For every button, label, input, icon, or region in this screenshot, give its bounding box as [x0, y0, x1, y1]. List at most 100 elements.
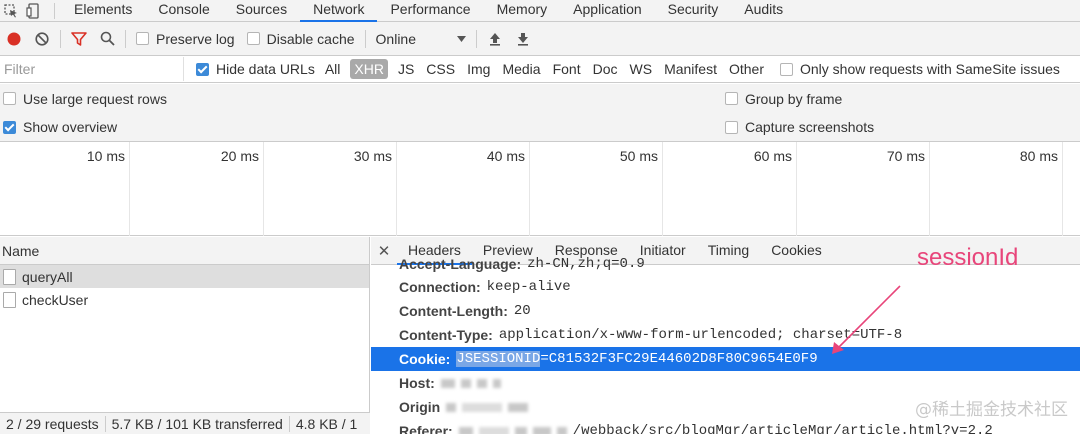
header-row-cookie[interactable]: Cookie: JSESSIONID =C81532F3FC29E44602D8F… — [371, 347, 1080, 371]
resources-size: 4.8 KB / 1 — [295, 415, 358, 432]
header-key: Accept-Language: — [399, 256, 522, 272]
tab-application[interactable]: Application — [560, 0, 655, 22]
checkbox-box[interactable] — [3, 92, 16, 105]
filter-type-img[interactable]: Img — [461, 61, 496, 77]
header-value: 20 — [513, 303, 531, 319]
filter-type-font[interactable]: Font — [547, 61, 587, 77]
request-count: 2 / 29 requests — [0, 415, 106, 432]
filter-type-media[interactable]: Media — [496, 61, 546, 77]
checkbox-box[interactable] — [136, 32, 149, 45]
capture-screenshots-checkbox[interactable]: Capture screenshots — [725, 119, 874, 135]
tab-network[interactable]: Network — [300, 0, 378, 22]
checkbox-box[interactable] — [725, 92, 738, 105]
header-key: Connection: — [399, 279, 481, 295]
devtools-tab-bar: Elements Console Sources Network Perform… — [0, 0, 1080, 22]
record-button[interactable] — [0, 22, 28, 56]
tab-audits[interactable]: Audits — [731, 0, 796, 22]
checkbox-box[interactable] — [3, 120, 16, 134]
tab-security[interactable]: Security — [655, 0, 732, 22]
redacted-value — [476, 378, 487, 388]
show-overview-checkbox[interactable]: Show overview — [3, 119, 725, 135]
header-row-content-length[interactable]: Content-Length: 20 — [371, 299, 1080, 323]
timeline-tick-label: 20 ms — [220, 148, 259, 164]
disable-cache-label: Disable cache — [266, 30, 355, 47]
timeline-gridline: 80 ms — [1020, 142, 1063, 236]
checkbox-box[interactable] — [725, 120, 738, 134]
inspect-element-icon[interactable] — [0, 0, 22, 22]
network-summary-bar: 2 / 29 requests 5.7 KB / 101 KB transfer… — [0, 412, 370, 434]
header-value: /webback/src/blogMgr/articleMgr/article.… — [572, 423, 993, 434]
large-rows-checkbox[interactable]: Use large request rows — [3, 91, 725, 107]
resource-type-filters: All XHR JS CSS Img Media Font Doc WS Man… — [319, 59, 770, 79]
annotation-arrow-icon — [832, 285, 901, 354]
header-key: Host: — [399, 375, 435, 391]
name-column-header[interactable]: Name — [0, 237, 369, 265]
filter-type-xhr[interactable]: XHR — [350, 59, 388, 79]
redacted-value — [514, 426, 527, 434]
capture-screenshots-label: Capture screenshots — [745, 119, 875, 135]
search-icon[interactable] — [93, 22, 121, 56]
header-row-content-type[interactable]: Content-Type: application/x-www-form-url… — [371, 323, 1080, 347]
timeline-gridline: 10 ms — [87, 142, 130, 236]
tab-elements[interactable]: Elements — [61, 0, 145, 22]
filter-type-manifest[interactable]: Manifest — [658, 61, 723, 77]
request-row[interactable]: queryAll — [0, 265, 369, 288]
timeline-gridline: 60 ms — [754, 142, 797, 236]
file-icon — [3, 268, 16, 285]
tab-sources[interactable]: Sources — [223, 0, 300, 22]
group-by-frame-checkbox[interactable]: Group by frame — [725, 91, 842, 107]
request-row[interactable]: checkUser — [0, 288, 369, 311]
header-row-host[interactable]: Host: — [371, 371, 1080, 395]
samesite-issues-checkbox[interactable]: Only show requests with SameSite issues — [780, 61, 1060, 77]
filter-type-css[interactable]: CSS — [420, 61, 461, 77]
request-list: Name queryAll checkUser 2 / 29 requests … — [0, 237, 370, 434]
annotation-label: sessionId — [917, 244, 1019, 271]
throttling-select[interactable]: Online — [376, 31, 466, 47]
checkbox-box[interactable] — [780, 62, 793, 76]
checkbox-box[interactable] — [246, 32, 260, 45]
timeline-tick-label: 60 ms — [753, 148, 792, 164]
header-row-referer[interactable]: Referer: /webback/src/blogMgr/articleMgr… — [371, 419, 1080, 434]
redacted-value — [492, 378, 501, 388]
timeline-gridline: 70 ms — [887, 142, 930, 236]
checkbox-box[interactable] — [196, 62, 209, 76]
export-har-icon[interactable] — [509, 22, 537, 56]
selected-cookie-name: JSESSIONID — [456, 351, 541, 367]
filter-type-other[interactable]: Other — [723, 61, 770, 77]
show-overview-label: Show overview — [23, 119, 118, 135]
redacted-value — [460, 378, 471, 388]
header-key: Referer: — [399, 423, 453, 434]
preserve-log-checkbox[interactable]: Preserve log — [136, 31, 235, 47]
header-key: Cookie: — [399, 351, 451, 367]
device-toolbar-icon[interactable] — [22, 0, 44, 22]
request-name: queryAll — [22, 268, 73, 285]
filter-input[interactable] — [0, 57, 184, 81]
clear-icon[interactable] — [28, 22, 56, 56]
tab-console[interactable]: Console — [145, 0, 222, 22]
group-by-frame-label: Group by frame — [745, 90, 843, 107]
redacted-value — [532, 426, 551, 434]
header-value: =C81532F3FC29E44602D8F80C9654E0F9 — [540, 351, 818, 367]
tab-memory[interactable]: Memory — [484, 0, 561, 22]
samesite-issues-label: Only show requests with SameSite issues — [800, 61, 1060, 77]
timeline-tick-label: 70 ms — [886, 148, 925, 164]
tab-performance[interactable]: Performance — [377, 0, 483, 22]
timeline-gridline: 50 ms — [620, 142, 663, 236]
timeline-overview[interactable]: 10 ms 20 ms 30 ms 40 ms 50 ms 60 ms 70 m… — [0, 142, 1080, 236]
header-key: Content-Type: — [399, 327, 493, 343]
filter-type-all[interactable]: All — [319, 61, 347, 77]
watermark: @稀土掘金技术社区 — [915, 400, 1068, 420]
hide-data-urls-checkbox[interactable]: Hide data URLs — [196, 61, 315, 77]
transferred-size: 5.7 KB / 101 KB transferred — [106, 415, 290, 432]
filter-type-js[interactable]: JS — [392, 61, 420, 77]
filter-icon[interactable] — [65, 22, 93, 56]
import-har-icon[interactable] — [481, 22, 509, 56]
disable-cache-checkbox[interactable]: Disable cache — [246, 30, 355, 47]
filter-type-ws[interactable]: WS — [624, 61, 659, 77]
timeline-gridline: 40 ms — [487, 142, 530, 236]
hide-data-urls-label: Hide data URLs — [216, 61, 315, 77]
header-value: zh-CN,zh;q=0.9 — [527, 256, 645, 272]
filter-type-doc[interactable]: Doc — [587, 61, 624, 77]
header-row-connection[interactable]: Connection: keep-alive — [371, 275, 1080, 299]
header-key: Origin — [399, 399, 441, 415]
